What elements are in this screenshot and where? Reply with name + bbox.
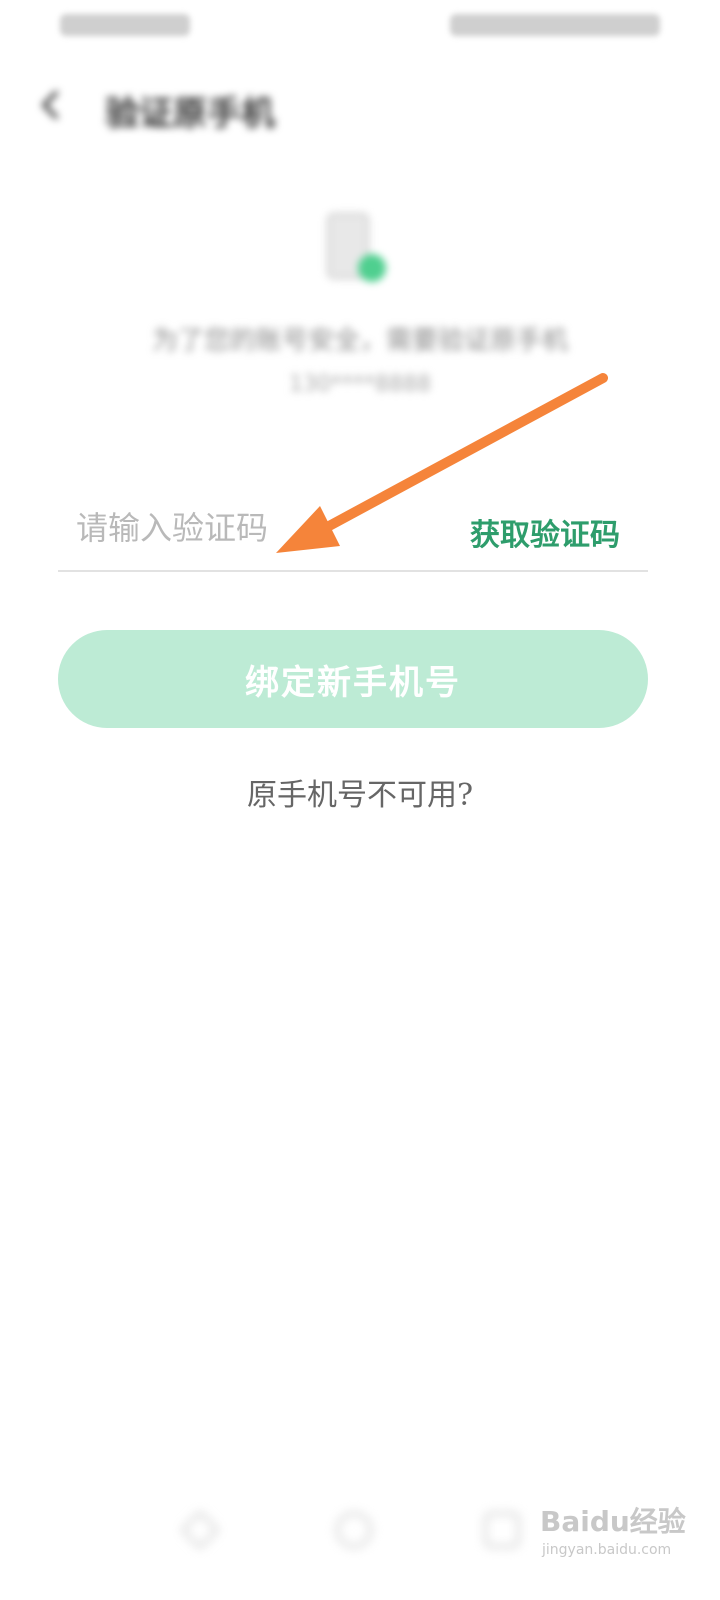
nav-recents-icon[interactable] bbox=[484, 1512, 520, 1548]
app-header: 验证原手机 bbox=[0, 70, 720, 150]
phone-check-icon bbox=[326, 212, 386, 282]
watermark-url: jingyan.baidu.com bbox=[542, 1542, 672, 1558]
masked-phone-number: 130****8888 bbox=[289, 372, 431, 397]
baidu-jingyan-watermark: Baidu经验 jingyan.baidu.com bbox=[540, 1490, 710, 1580]
status-battery-area bbox=[450, 14, 660, 36]
nav-back-icon[interactable] bbox=[180, 1510, 220, 1550]
verification-code-row: 获取验证码 bbox=[58, 490, 648, 572]
bind-new-phone-button[interactable]: 绑定新手机号 bbox=[58, 630, 648, 728]
watermark-logo: Baidu经验 bbox=[540, 1505, 686, 1538]
page-title: 验证原手机 bbox=[105, 94, 275, 134]
verification-code-input[interactable] bbox=[76, 500, 406, 556]
original-phone-unavailable-link[interactable]: 原手机号不可用? bbox=[0, 770, 720, 814]
bind-phone-screen: 验证原手机 为了您的账号安全，需要验证原手机 130****8888 获取验证码… bbox=[0, 0, 720, 1600]
status-bar bbox=[0, 0, 720, 60]
hero-section: 为了您的账号安全，需要验证原手机 130****8888 bbox=[0, 190, 720, 430]
status-signal-area bbox=[60, 14, 190, 36]
nav-home-icon[interactable] bbox=[336, 1512, 372, 1548]
hero-description: 为了您的账号安全，需要验证原手机 bbox=[151, 326, 568, 356]
get-code-button[interactable]: 获取验证码 bbox=[470, 510, 620, 554]
arrow-left-icon[interactable] bbox=[34, 88, 68, 122]
